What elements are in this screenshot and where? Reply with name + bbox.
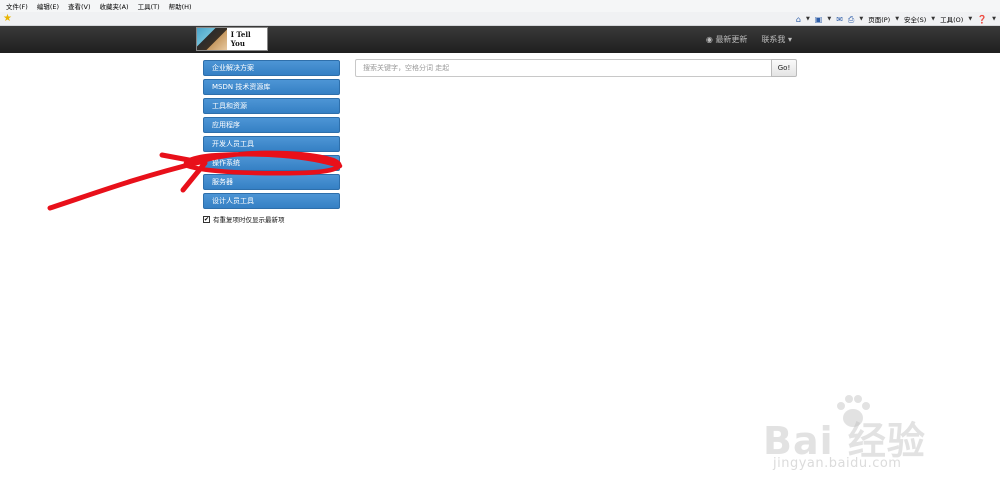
category-sidebar: 企业解决方案 MSDN 技术资源库 工具和资源 应用程序 开发人员工具 操作系统… [203, 60, 340, 212]
favorites-star-icon[interactable]: ★ [3, 13, 12, 24]
tools-menu[interactable]: 工具(O) [940, 14, 963, 24]
mail-icon[interactable]: ✉ [836, 15, 843, 24]
nav-latest-label: 最新更新 [715, 35, 748, 44]
latest-only-option: ✔ 有重复项时仅显示最新项 [203, 214, 285, 224]
watermark-url: jingyan.baidu.com [773, 456, 902, 471]
sidebar-item-tools-resources[interactable]: 工具和资源 [203, 98, 340, 114]
annotation-arrow-shaft [47, 159, 203, 211]
sidebar-item-servers[interactable]: 服务器 [203, 174, 340, 190]
help-icon[interactable]: ❓ [977, 15, 987, 24]
chevron-down-icon[interactable]: ▼ [806, 16, 810, 22]
sidebar-item-developer-tools[interactable]: 开发人员工具 [203, 136, 340, 152]
latest-only-checkbox[interactable]: ✔ [203, 215, 210, 223]
menu-favorites[interactable]: 收藏夹(A) [100, 1, 129, 11]
rss-icon: ◉ [705, 35, 716, 44]
sidebar-item-designer-tools[interactable]: 设计人员工具 [203, 193, 340, 209]
logo-photo [197, 28, 227, 50]
site-logo[interactable]: I Tell You [196, 27, 268, 51]
chevron-down-icon[interactable]: ▼ [992, 16, 996, 22]
chevron-down-icon[interactable]: ▼ [968, 16, 972, 22]
menu-edit[interactable]: 编辑(E) [37, 1, 59, 11]
sidebar-item-enterprise[interactable]: 企业解决方案 [203, 60, 340, 76]
print-icon[interactable]: ⎙ [848, 15, 854, 24]
chevron-down-icon[interactable]: ▼ [859, 16, 863, 22]
navbar-links: ◉ 最新更新 联系我 ▾ [706, 34, 792, 45]
page-menu[interactable]: 页面(P) [868, 14, 890, 24]
sidebar-item-msdn-library[interactable]: MSDN 技术资源库 [203, 79, 340, 95]
chevron-down-icon[interactable]: ▼ [895, 16, 899, 22]
menu-tools[interactable]: 工具(T) [138, 1, 160, 11]
search-input[interactable]: 搜索关键字，空格分词 走起 [355, 59, 772, 77]
menu-help[interactable]: 帮助(H) [169, 1, 192, 11]
annotation-arrow-head [159, 152, 208, 193]
browser-menu-bar: 文件(F) 编辑(E) 查看(V) 收藏夹(A) 工具(T) 帮助(H) [0, 0, 1000, 12]
command-bar-tools: ⌂ ▼ ▣ ▼ ✉ ⎙ ▼ 页面(P) ▼ 安全(S) ▼ 工具(O) ▼ ❓ ▼ [796, 14, 996, 25]
chevron-down-icon[interactable]: ▼ [931, 16, 935, 22]
home-icon[interactable]: ⌂ [796, 15, 801, 24]
chevron-down-icon[interactable]: ▼ [827, 16, 831, 22]
baidu-watermark: Bai 经验 jingyan.baidu.com [763, 392, 963, 482]
sidebar-item-applications[interactable]: 应用程序 [203, 117, 340, 133]
menu-file[interactable]: 文件(F) [6, 1, 28, 11]
site-navbar: I Tell You ◉ 最新更新 联系我 ▾ [0, 26, 1000, 53]
search-go-button[interactable]: Go! [771, 59, 797, 77]
feeds-icon[interactable]: ▣ [815, 15, 823, 24]
safety-menu[interactable]: 安全(S) [904, 14, 926, 24]
nav-contact[interactable]: 联系我 ▾ [761, 34, 792, 45]
menu-view[interactable]: 查看(V) [68, 1, 91, 11]
latest-only-label: 有重复项时仅显示最新项 [213, 216, 285, 224]
nav-latest-updates[interactable]: ◉ 最新更新 [706, 34, 748, 45]
logo-text: I Tell You [230, 30, 251, 48]
sidebar-item-operating-systems[interactable]: 操作系统 [203, 155, 340, 171]
browser-command-bar: ★ ⌂ ▼ ▣ ▼ ✉ ⎙ ▼ 页面(P) ▼ 安全(S) ▼ 工具(O) ▼ ❓ ▼ [0, 12, 1000, 26]
